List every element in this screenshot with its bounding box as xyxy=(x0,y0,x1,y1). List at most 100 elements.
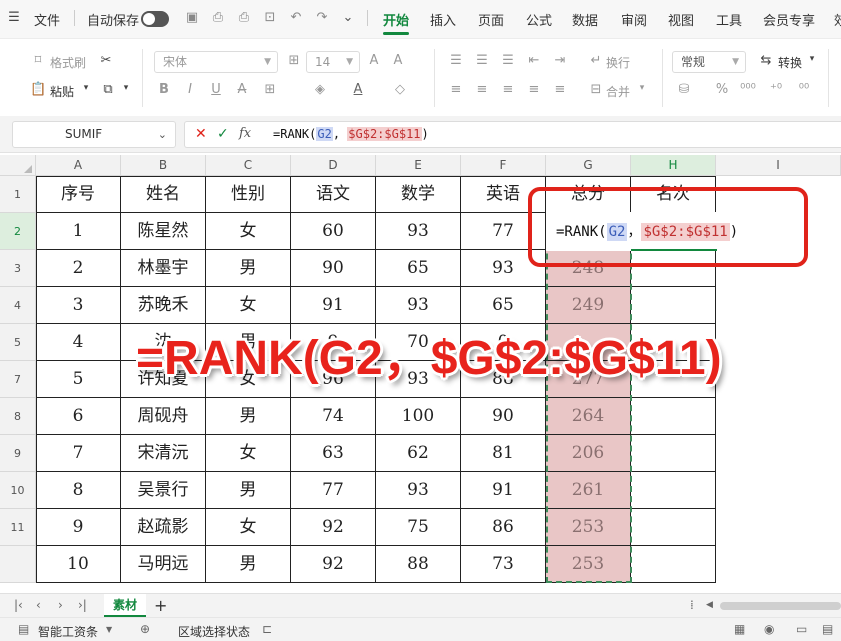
table-cell[interactable]: 女 xyxy=(206,213,291,250)
table-cell[interactable]: 90 xyxy=(291,250,376,287)
row-header[interactable]: 9 xyxy=(0,435,36,472)
tab-page[interactable]: 页面 xyxy=(478,10,504,29)
borders-icon[interactable]: ⊞ xyxy=(262,82,278,97)
font-color-icon[interactable]: A xyxy=(350,82,366,97)
table-cell[interactable]: 男 xyxy=(206,472,291,509)
total-score-cell[interactable]: 253 xyxy=(546,546,631,583)
wrap-text-button[interactable]: 换行 xyxy=(606,54,630,71)
confirm-icon[interactable]: ✓ xyxy=(217,126,229,142)
file-menu[interactable]: 文件 xyxy=(34,10,60,29)
total-score-cell[interactable]: 253 xyxy=(546,509,631,546)
strikethrough-icon[interactable]: A xyxy=(234,82,250,97)
row-header[interactable]: 7 xyxy=(0,361,36,398)
formula-input[interactable]: ✕ ✓ fx =RANK(G2, $G$2:$G$11) xyxy=(184,121,841,148)
table-cell[interactable]: 1 xyxy=(36,213,121,250)
total-score-cell[interactable]: 261 xyxy=(546,472,631,509)
align-right-icon[interactable]: ≡ xyxy=(500,82,516,97)
clear-format-icon[interactable]: ◇ xyxy=(392,82,408,97)
table-cell[interactable]: 65 xyxy=(376,250,461,287)
column-header-a[interactable]: A xyxy=(36,155,121,176)
paste-dropdown-icon[interactable]: ▾ xyxy=(78,83,94,93)
thousands-separator-icon[interactable]: ⁰⁰⁰ xyxy=(740,82,756,97)
column-header-c[interactable]: C xyxy=(206,155,291,176)
input-method-icon[interactable]: ⊏ xyxy=(262,622,272,636)
distribute-icon[interactable]: ≡ xyxy=(552,82,568,97)
header-cell[interactable]: 性别 xyxy=(206,176,291,213)
tab-tools[interactable]: 工具 xyxy=(716,10,742,29)
table-cell[interactable]: 男 xyxy=(206,398,291,435)
total-score-cell[interactable]: 206 xyxy=(546,435,631,472)
hamburger-menu-icon[interactable]: ☰ xyxy=(6,10,22,26)
table-cell[interactable]: 女 xyxy=(206,509,291,546)
align-center-icon[interactable]: ≡ xyxy=(474,82,490,97)
decrease-font-icon[interactable]: A xyxy=(390,53,406,68)
bold-icon[interactable]: B xyxy=(156,82,172,97)
row-header[interactable]: 11 xyxy=(0,509,36,546)
font-size-select[interactable]: 14 ▼ xyxy=(306,51,360,73)
save-icon[interactable]: ▣ xyxy=(184,10,200,26)
more-sheets-icon[interactable]: ⁞ xyxy=(690,598,694,612)
format-painter-button[interactable]: 格式刷 xyxy=(50,54,86,71)
reading-mode-icon[interactable]: ◉ xyxy=(764,622,774,636)
indent-left-icon[interactable]: ⇤ xyxy=(526,53,542,68)
prev-sheet-icon[interactable]: ‹ xyxy=(36,598,41,612)
table-cell[interactable]: 9 xyxy=(36,509,121,546)
tab-efficiency[interactable]: 效 xyxy=(834,10,841,29)
header-cell[interactable]: 序号 xyxy=(36,176,121,213)
table-cell[interactable]: 男 xyxy=(206,250,291,287)
row-header[interactable]: 3 xyxy=(0,250,36,287)
name-box[interactable]: SUMIF ⌄ xyxy=(12,121,176,148)
table-cell[interactable]: 吴景行 xyxy=(121,472,206,509)
table-cell[interactable]: 63 xyxy=(291,435,376,472)
font-name-select[interactable]: 宋体 ▼ xyxy=(154,51,278,73)
table-cell[interactable]: 73 xyxy=(461,546,546,583)
tab-formulas[interactable]: 公式 xyxy=(526,10,552,29)
smart-salary-slip-button[interactable]: 智能工资条 xyxy=(38,623,98,640)
insert-function-icon[interactable]: fx xyxy=(239,126,251,141)
tab-member[interactable]: 会员专享 xyxy=(763,10,815,29)
tab-insert[interactable]: 插入 xyxy=(430,10,456,29)
table-cell[interactable]: 周砚舟 xyxy=(121,398,206,435)
table-cell[interactable]: 86 xyxy=(461,509,546,546)
table-cell[interactable]: 74 xyxy=(291,398,376,435)
copy-dropdown-icon[interactable]: ▾ xyxy=(118,83,134,93)
rank-cell[interactable] xyxy=(631,546,716,583)
scroll-left-icon[interactable]: ◀ xyxy=(706,600,713,610)
table-cell[interactable]: 93 xyxy=(376,213,461,250)
more-dropdown-icon[interactable]: ⌄ xyxy=(340,10,356,26)
select-all-corner[interactable] xyxy=(0,155,36,176)
next-sheet-icon[interactable]: › xyxy=(58,598,63,612)
table-cell[interactable]: 8 xyxy=(36,472,121,509)
rank-cell[interactable] xyxy=(631,472,716,509)
table-cell[interactable]: 赵疏影 xyxy=(121,509,206,546)
table-cell[interactable]: 7 xyxy=(36,435,121,472)
column-header-f[interactable]: F xyxy=(461,155,546,176)
header-cell[interactable]: 数学 xyxy=(376,176,461,213)
table-cell[interactable]: 4 xyxy=(36,324,121,361)
table-cell[interactable]: 62 xyxy=(376,435,461,472)
print-icon[interactable]: ⎙ xyxy=(236,10,252,26)
table-cell[interactable]: 81 xyxy=(461,435,546,472)
table-cell[interactable]: 女 xyxy=(206,435,291,472)
redo-icon[interactable]: ↷ xyxy=(314,10,330,26)
table-cell[interactable]: 90 xyxy=(461,398,546,435)
row-header[interactable]: 4 xyxy=(0,287,36,324)
column-header-g[interactable]: G xyxy=(546,155,631,176)
print-preview-icon[interactable]: ⊡ xyxy=(262,10,278,26)
autosave-toggle[interactable] xyxy=(141,11,169,27)
row-header[interactable]: 2 xyxy=(0,213,36,250)
rank-cell[interactable] xyxy=(631,435,716,472)
chevron-down-icon[interactable]: ▼ xyxy=(106,625,112,634)
undo-icon[interactable]: ↶ xyxy=(288,10,304,26)
total-score-cell[interactable]: 264 xyxy=(546,398,631,435)
page-layout-icon[interactable]: ▭ xyxy=(796,622,807,636)
table-cell[interactable]: 77 xyxy=(291,472,376,509)
table-cell[interactable]: 3 xyxy=(36,287,121,324)
paste-button[interactable]: 粘贴 xyxy=(50,83,74,100)
row-header[interactable]: 5 xyxy=(0,324,36,361)
table-cell[interactable]: 马明远 xyxy=(121,546,206,583)
table-cell[interactable]: 100 xyxy=(376,398,461,435)
table-cell[interactable]: 92 xyxy=(291,546,376,583)
rank-cell[interactable] xyxy=(631,509,716,546)
table-cell[interactable]: 10 xyxy=(36,546,121,583)
